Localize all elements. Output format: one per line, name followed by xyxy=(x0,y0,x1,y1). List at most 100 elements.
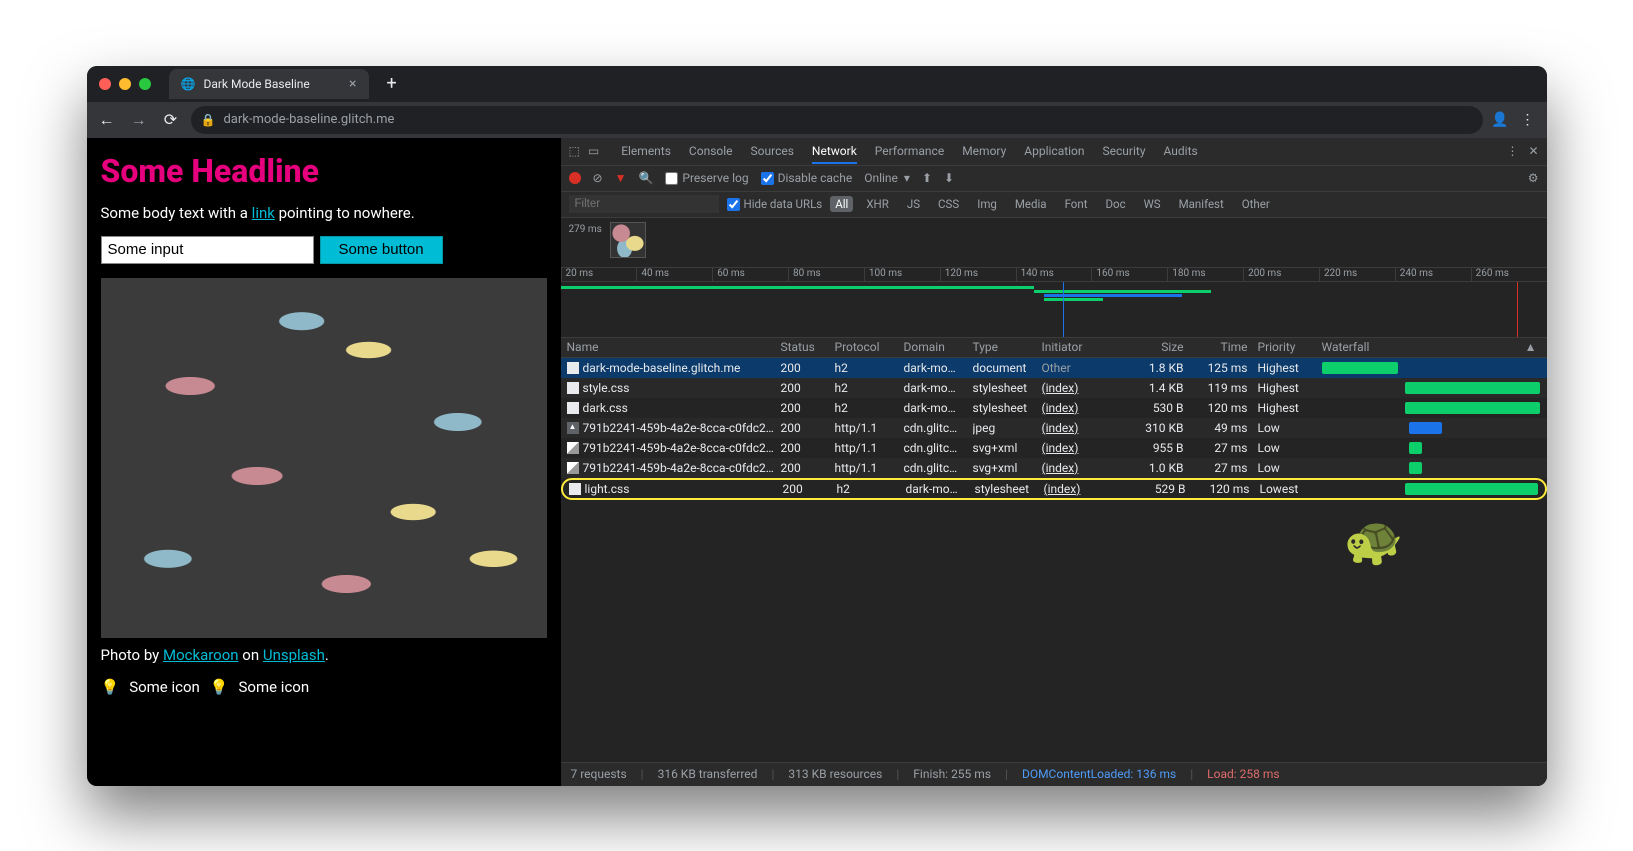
filter-css[interactable]: CSS xyxy=(933,196,964,212)
col-priority[interactable]: Priority xyxy=(1258,340,1318,354)
toolbar-right: 👤 ⋮ xyxy=(1491,112,1538,128)
minimize-window-button[interactable] xyxy=(119,78,131,90)
tab-application[interactable]: Application xyxy=(1024,144,1084,158)
tab-network[interactable]: Network xyxy=(812,144,857,164)
file-icon xyxy=(567,382,579,394)
reload-button[interactable]: ⟳ xyxy=(159,110,183,129)
filter-icon[interactable]: ▼ xyxy=(615,171,627,185)
tab-elements[interactable]: Elements xyxy=(621,144,671,158)
col-initiator[interactable]: Initiator xyxy=(1042,340,1114,354)
tab-security[interactable]: Security xyxy=(1103,144,1146,158)
demo-input[interactable] xyxy=(101,236,314,264)
col-time[interactable]: Time xyxy=(1194,340,1254,354)
filter-media[interactable]: Media xyxy=(1010,196,1052,212)
timeline[interactable]: 20 ms 40 ms 60 ms 80 ms 100 ms 120 ms 14… xyxy=(561,268,1547,338)
table-row[interactable]: style.css200h2dark-mo…stylesheet(index)1… xyxy=(561,378,1547,398)
download-icon[interactable]: ⬇ xyxy=(944,171,954,185)
rendered-page: Some Headline Some body text with a link… xyxy=(87,138,561,786)
close-window-button[interactable] xyxy=(99,78,111,90)
credit-mid: on xyxy=(239,646,263,664)
devtools-close-icon[interactable]: ✕ xyxy=(1528,144,1538,158)
col-name[interactable]: Name xyxy=(567,340,777,354)
network-toolbar: ⊘ ▼ 🔍 Preserve log Disable cache Online … xyxy=(561,166,1547,192)
col-type[interactable]: Type xyxy=(973,340,1038,354)
device-toggle-icon[interactable]: ▭ xyxy=(588,144,599,158)
filter-font[interactable]: Font xyxy=(1060,196,1093,212)
throttling-select[interactable]: Online ▾ xyxy=(864,171,910,185)
filter-xhr[interactable]: XHR xyxy=(861,196,894,212)
settings-gear-icon[interactable]: ⚙ xyxy=(1528,171,1539,185)
network-table: Name Status Protocol Domain Type Initiat… xyxy=(561,338,1547,762)
table-row[interactable]: 791b2241-459b-4a2e-8cca-c0fdc2…200http/1… xyxy=(561,418,1547,438)
tick: 40 ms xyxy=(636,268,712,281)
bulb-icon: 💡 xyxy=(101,678,120,696)
globe-icon: 🌐 xyxy=(181,77,196,91)
devtools-tabstrip: ⬚ ▭ Elements Console Sources Network Per… xyxy=(561,138,1547,166)
menu-icon[interactable]: ⋮ xyxy=(1521,112,1535,128)
close-tab-icon[interactable]: × xyxy=(349,76,356,92)
filter-input[interactable] xyxy=(569,195,719,213)
filter-img[interactable]: Img xyxy=(972,196,1002,212)
col-protocol[interactable]: Protocol xyxy=(835,340,900,354)
col-domain[interactable]: Domain xyxy=(904,340,969,354)
browser-tab[interactable]: 🌐 Dark Mode Baseline × xyxy=(169,69,369,99)
table-row[interactable]: 791b2241-459b-4a2e-8cca-c0fdc2…200http/1… xyxy=(561,458,1547,478)
sb-transferred: 316 KB transferred xyxy=(658,767,758,781)
throttle-value: Online xyxy=(864,171,898,185)
form-row: Some button xyxy=(101,236,547,264)
col-waterfall[interactable]: Waterfall xyxy=(1322,340,1541,354)
preserve-log-label: Preserve log xyxy=(682,171,748,185)
credit-site-link[interactable]: Unsplash xyxy=(263,646,325,664)
credit-pre: Photo by xyxy=(101,646,163,664)
forward-button[interactable]: → xyxy=(127,110,151,130)
maximize-window-button[interactable] xyxy=(139,78,151,90)
table-row[interactable]: 791b2241-459b-4a2e-8cca-c0fdc2…200http/1… xyxy=(561,438,1547,458)
preserve-log-checkbox[interactable]: Preserve log xyxy=(665,171,748,185)
filter-all[interactable]: All xyxy=(830,196,853,212)
network-filter-bar: Hide data URLs All XHR JS CSS Img Media … xyxy=(561,192,1547,218)
upload-icon[interactable]: ⬆ xyxy=(922,171,932,185)
tab-sources[interactable]: Sources xyxy=(751,144,794,158)
overview-strip[interactable]: 279 ms xyxy=(561,218,1547,268)
lock-icon: 🔒 xyxy=(201,113,216,127)
record-button[interactable] xyxy=(569,172,581,184)
back-button[interactable]: ← xyxy=(95,110,119,130)
dcl-marker xyxy=(1063,282,1064,337)
table-row[interactable]: dark.css200h2dark-mo…stylesheet(index)53… xyxy=(561,398,1547,418)
new-tab-button[interactable]: + xyxy=(377,73,407,94)
tick: 220 ms xyxy=(1319,268,1395,281)
table-row[interactable]: light.css200h2dark-mo…stylesheet(index)5… xyxy=(561,478,1547,500)
filter-ws[interactable]: WS xyxy=(1139,196,1166,212)
tab-memory[interactable]: Memory xyxy=(962,144,1006,158)
icon-label-1: Some icon xyxy=(129,678,200,696)
chevron-down-icon: ▾ xyxy=(904,171,910,185)
clear-icon[interactable]: ⊘ xyxy=(593,171,603,185)
tab-audits[interactable]: Audits xyxy=(1164,144,1198,158)
disable-cache-checkbox[interactable]: Disable cache xyxy=(761,171,853,185)
table-header[interactable]: Name Status Protocol Domain Type Initiat… xyxy=(561,338,1547,358)
col-size[interactable]: Size xyxy=(1118,340,1190,354)
titlebar: 🌐 Dark Mode Baseline × + xyxy=(87,66,1547,102)
hide-data-urls-checkbox[interactable]: Hide data URLs xyxy=(727,197,823,211)
sb-dcl: DOMContentLoaded: 136 ms xyxy=(1022,767,1176,781)
col-status[interactable]: Status xyxy=(781,340,831,354)
credit-author-link[interactable]: Mockaroon xyxy=(163,646,239,664)
body-link[interactable]: link xyxy=(252,204,275,222)
load-marker xyxy=(1517,282,1518,337)
file-icon xyxy=(567,462,579,474)
devtools-more-icon[interactable]: ⋮ xyxy=(1506,144,1518,158)
profile-icon[interactable]: 👤 xyxy=(1491,112,1508,128)
address-bar[interactable]: 🔒 dark-mode-baseline.glitch.me xyxy=(191,106,1484,134)
filter-doc[interactable]: Doc xyxy=(1100,196,1130,212)
filter-other[interactable]: Other xyxy=(1237,196,1275,212)
tab-console[interactable]: Console xyxy=(689,144,733,158)
table-row[interactable]: dark-mode-baseline.glitch.me200h2dark-mo… xyxy=(561,358,1547,378)
browser-toolbar: ← → ⟳ 🔒 dark-mode-baseline.glitch.me 👤 ⋮ xyxy=(87,102,1547,138)
tab-performance[interactable]: Performance xyxy=(875,144,944,158)
search-icon[interactable]: 🔍 xyxy=(638,171,653,185)
inspect-icon[interactable]: ⬚ xyxy=(569,144,580,158)
filter-js[interactable]: JS xyxy=(902,196,925,212)
tick: 180 ms xyxy=(1167,268,1243,281)
demo-button[interactable]: Some button xyxy=(320,236,443,264)
filter-manifest[interactable]: Manifest xyxy=(1174,196,1229,212)
